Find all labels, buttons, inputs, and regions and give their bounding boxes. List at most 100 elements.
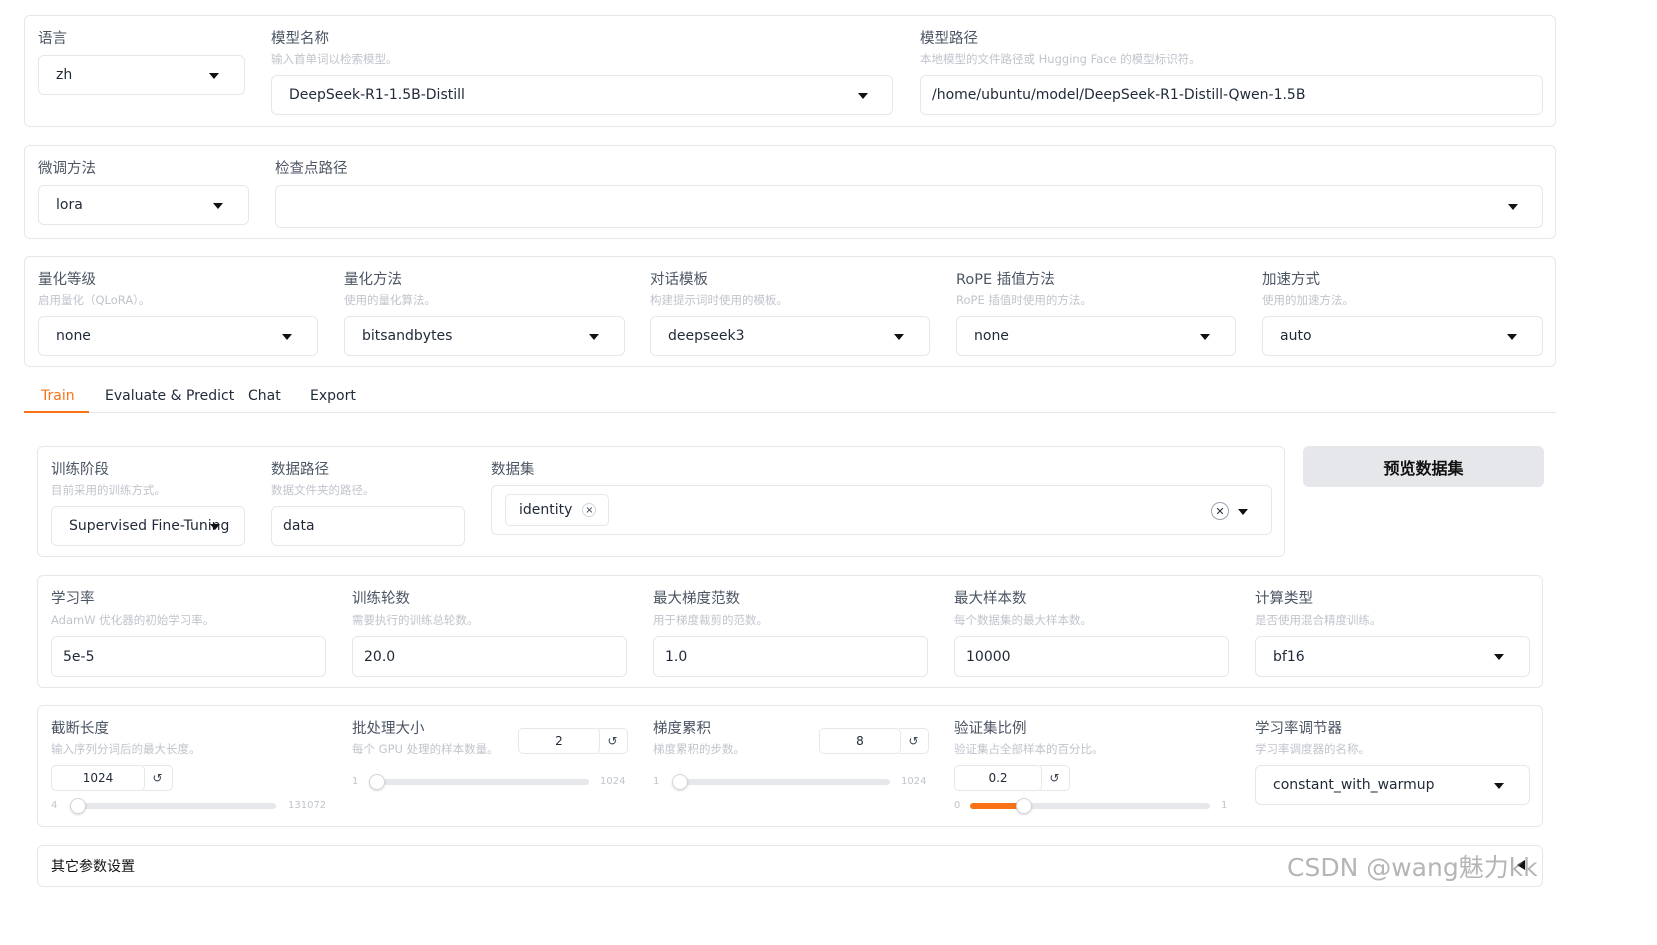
stage-hint: 目前采用的训练方式。	[51, 483, 166, 497]
grad-accum-label: 梯度累积	[653, 721, 711, 737]
language-value: zh	[56, 67, 73, 83]
batch-size-number[interactable]: 2	[518, 728, 600, 754]
cutoff-len-hint: 输入序列分词后的最大长度。	[51, 742, 201, 756]
checkpoint-label: 检查点路径	[275, 161, 348, 177]
tab-chat[interactable]: Chat	[248, 388, 281, 412]
epochs-label: 训练轮数	[352, 591, 410, 607]
preview-dataset-button[interactable]: 预览数据集	[1303, 446, 1544, 487]
model-path-input[interactable]: /home/ubuntu/model/DeepSeek-R1-Distill-Q…	[920, 75, 1543, 115]
max-grad-norm-input[interactable]: 1.0	[653, 636, 928, 677]
batch-size-min: 1	[352, 776, 359, 787]
booster-select[interactable]: auto	[1262, 316, 1543, 356]
compute-type-select[interactable]: bf16	[1255, 636, 1530, 677]
batch-size-reset-icon[interactable]: ↺	[598, 728, 628, 754]
rope-value: none	[974, 328, 1009, 344]
lr-hint: AdamW 优化器的初始学习率。	[51, 613, 215, 627]
tag-close-icon[interactable]: ×	[582, 503, 597, 517]
language-label: 语言	[38, 31, 67, 47]
val-size-label: 验证集比例	[954, 721, 1027, 737]
lr-input[interactable]: 5e-5	[51, 636, 326, 677]
finetune-select[interactable]: lora	[38, 185, 249, 225]
chevron-down-icon	[589, 334, 599, 340]
chevron-down-icon	[210, 524, 220, 530]
finetune-label: 微调方法	[38, 161, 96, 177]
dataset-dir-value: data	[283, 518, 315, 534]
tab-train-underline	[24, 411, 89, 413]
chevron-down-icon	[209, 73, 219, 79]
chevron-down-icon	[1494, 783, 1504, 789]
compute-type-value: bf16	[1273, 648, 1305, 665]
quant-method-value: bitsandbytes	[362, 328, 453, 344]
grad-accum-handle[interactable]	[671, 774, 688, 790]
max-samples-input[interactable]: 10000	[954, 636, 1229, 677]
dataset-label: 数据集	[491, 462, 535, 478]
compute-type-hint: 是否使用混合精度训练。	[1255, 613, 1382, 627]
model-name-value: DeepSeek-R1-1.5B-Distill	[289, 87, 465, 103]
max-samples-value: 10000	[966, 648, 1011, 665]
max-grad-norm-value: 1.0	[665, 648, 688, 665]
quant-bit-value: none	[56, 328, 91, 344]
grad-accum-reset-icon[interactable]: ↺	[899, 728, 929, 754]
cutoff-len-max: 131072	[288, 800, 327, 811]
val-size-hint: 验证集占全部样本的百分比。	[954, 742, 1104, 756]
watermark: CSDN @wang魅力kk	[1287, 853, 1538, 882]
quant-bit-select[interactable]: none	[38, 316, 318, 356]
tab-evaluate-predict[interactable]: Evaluate & Predict	[105, 388, 234, 412]
model-path-label: 模型路径	[920, 31, 978, 47]
tab-export[interactable]: Export	[310, 388, 356, 412]
booster-value: auto	[1280, 328, 1312, 344]
batch-size-track[interactable]	[371, 779, 589, 785]
cutoff-len-number[interactable]: 1024	[51, 765, 145, 791]
model-path-hint: 本地模型的文件路径或 Hugging Face 的模型标识符。	[920, 52, 1201, 66]
lr-scheduler-value: constant_with_warmup	[1273, 777, 1435, 793]
cutoff-len-handle[interactable]	[69, 798, 86, 814]
model-path-value: /home/ubuntu/model/DeepSeek-R1-Distill-Q…	[932, 87, 1306, 103]
grad-accum-number[interactable]: 8	[819, 728, 901, 754]
dataset-dir-input[interactable]: data	[271, 506, 465, 546]
clear-icon[interactable]: ✕	[1211, 502, 1229, 520]
lr-scheduler-label: 学习率调节器	[1255, 721, 1342, 737]
val-size-reset-icon[interactable]: ↺	[1040, 765, 1070, 791]
compute-type-label: 计算类型	[1255, 591, 1313, 607]
lr-scheduler-select[interactable]: constant_with_warmup	[1255, 765, 1530, 805]
val-size-number[interactable]: 0.2	[954, 765, 1042, 791]
stage-select[interactable]: Supervised Fine-Tuning	[51, 506, 245, 546]
chevron-down-icon	[894, 334, 904, 340]
booster-label: 加速方式	[1262, 272, 1320, 288]
chevron-down-icon	[858, 93, 868, 99]
extra-settings-label: 其它参数设置	[51, 859, 135, 875]
checkpoint-select[interactable]	[275, 185, 1543, 228]
template-label: 对话模板	[650, 272, 708, 288]
chevron-down-icon	[1508, 204, 1518, 210]
lr-scheduler-hint: 学习率调度器的名称。	[1255, 742, 1370, 756]
quant-method-select[interactable]: bitsandbytes	[344, 316, 625, 356]
batch-size-label: 批处理大小	[352, 721, 425, 737]
quant-method-label: 量化方法	[344, 272, 402, 288]
val-size-handle[interactable]	[1016, 798, 1032, 814]
chevron-down-icon	[1507, 334, 1517, 340]
cutoff-len-track[interactable]	[70, 803, 276, 809]
lr-value: 5e-5	[63, 648, 95, 665]
grad-accum-track[interactable]	[672, 779, 890, 785]
max-grad-norm-label: 最大梯度范数	[653, 591, 740, 607]
language-select[interactable]: zh	[38, 55, 245, 95]
epochs-hint: 需要执行的训练总轮数。	[352, 613, 479, 627]
epochs-input[interactable]: 20.0	[352, 636, 627, 677]
dataset-dir-hint: 数据文件夹的路径。	[271, 483, 375, 497]
chevron-down-icon	[1238, 509, 1248, 515]
dataset-tag[interactable]: identity ×	[505, 494, 610, 526]
finetune-value: lora	[56, 197, 83, 213]
template-value: deepseek3	[668, 328, 745, 344]
rope-select[interactable]: none	[956, 316, 1236, 356]
template-select[interactable]: deepseek3	[650, 316, 930, 356]
grad-accum-max: 1024	[901, 776, 927, 787]
batch-size-hint: 每个 GPU 处理的样本数量。	[352, 742, 499, 756]
cutoff-len-reset-icon[interactable]: ↺	[143, 765, 173, 791]
tab-bar-divider	[24, 412, 1556, 413]
model-name-select[interactable]: DeepSeek-R1-1.5B-Distill	[271, 75, 893, 115]
max-grad-norm-hint: 用于梯度裁剪的范数。	[653, 613, 768, 627]
cutoff-len-min: 4	[51, 800, 58, 811]
tab-train[interactable]: Train	[41, 388, 75, 412]
val-size-max: 1	[1221, 800, 1228, 811]
dataset-multiselect[interactable]: identity × ✕	[491, 485, 1272, 535]
